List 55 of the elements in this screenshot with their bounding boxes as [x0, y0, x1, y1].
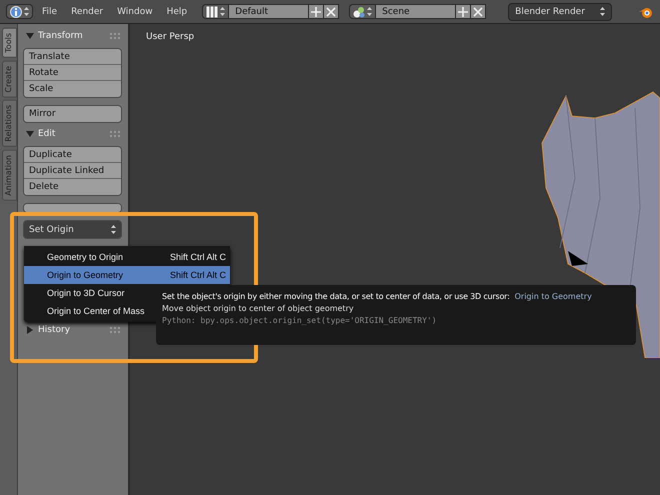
set-origin-dropdown[interactable]: Set Origin [24, 221, 121, 238]
up-down-arrows-icon [220, 7, 226, 16]
layout-icon [206, 6, 218, 18]
scene-browse-button[interactable] [349, 4, 376, 19]
editor-type-button[interactable] [6, 4, 33, 19]
up-down-arrows-icon [24, 7, 29, 16]
scene-icon [353, 6, 366, 18]
tool-button[interactable]: Mirror [24, 106, 121, 122]
menu-item[interactable]: Help [162, 6, 192, 16]
up-down-arrows-icon [367, 7, 372, 16]
tooltip-python: Python: bpy.ops.object.origin_set(type='ORIGIN_GEOMETRY') [162, 316, 438, 325]
drag-grip-icon [110, 327, 120, 333]
close-button[interactable] [471, 4, 486, 19]
menu-item[interactable]: Origin to Geometry Shift Ctrl Alt C [24, 266, 230, 284]
tool-button[interactable]: Rotate [24, 65, 121, 81]
layout-browse-button[interactable] [202, 4, 230, 19]
render-engine-dropdown[interactable]: Blender Render [508, 2, 612, 20]
close-button[interactable] [324, 4, 340, 19]
drag-grip-icon [110, 33, 120, 39]
tool-tab[interactable]: Tools [2, 28, 17, 58]
panel-title: Edit [38, 129, 56, 139]
panel-header[interactable]: Edit [23, 126, 122, 142]
plus-icon [311, 6, 322, 16]
tool-button[interactable]: Duplicate Linked [24, 163, 121, 179]
close-icon [326, 6, 336, 16]
collapsed-triangle-icon [26, 326, 34, 334]
expanded-triangle-icon [26, 32, 34, 40]
close-icon [473, 6, 484, 16]
drag-grip-icon [110, 131, 120, 137]
scene-name-field[interactable]: Scene [376, 4, 456, 19]
tool-button[interactable]: Translate [24, 49, 121, 65]
add-button[interactable] [309, 4, 324, 19]
tooltip-description: Set the object's origin by either moving the data, or set to center of data, or use 3D cursor: [162, 292, 510, 301]
menu-item[interactable]: Render [66, 6, 108, 16]
expanded-triangle-icon [26, 130, 34, 138]
shortcut-label: Shift Ctrl Alt C [170, 270, 226, 280]
menu-item[interactable]: File [37, 6, 62, 16]
panel-title: Transform [38, 31, 84, 41]
viewport-label: User Persp [146, 32, 194, 42]
tooltip-operator-name: Origin to Geometry [514, 292, 592, 301]
shortcut-label: Shift Ctrl Alt C [170, 252, 226, 262]
plus-icon [458, 6, 468, 16]
tool-button[interactable]: Delete [24, 179, 121, 195]
layout-name-field[interactable]: Default [229, 4, 310, 19]
tool-button[interactable]: Scale [24, 81, 121, 97]
panel-title: History [38, 325, 72, 335]
up-down-arrows-icon [111, 225, 116, 234]
info-icon [10, 6, 22, 18]
menu-item[interactable]: Window [112, 6, 158, 16]
panel-header[interactable]: History [23, 322, 122, 338]
add-button[interactable] [456, 4, 472, 19]
tooltip-detail: Move object origin to center of object geometry [162, 304, 355, 313]
up-down-arrows-icon [600, 7, 606, 16]
tool-button[interactable]: Duplicate [24, 147, 121, 163]
panel-header[interactable]: Transform [23, 28, 122, 44]
